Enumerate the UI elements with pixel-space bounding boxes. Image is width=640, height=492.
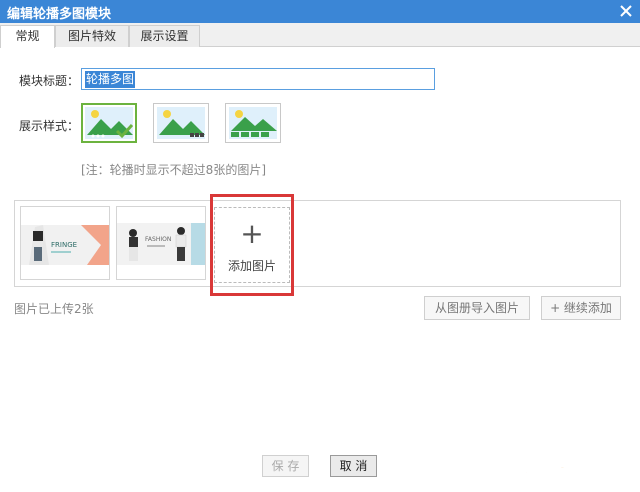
slideshow-limit-note: [注：轮播时显示不超过8张的图片]	[81, 163, 266, 177]
save-button[interactable]: 保 存	[262, 455, 309, 477]
add-image-button[interactable]: + 添加图片	[214, 207, 290, 283]
dialog-title: 编辑轮播多图模块	[7, 7, 112, 22]
tab-general[interactable]: 常规	[0, 25, 55, 48]
display-style-option-dots[interactable]	[81, 103, 137, 143]
fashion-caption: FASHION	[145, 236, 171, 243]
module-title-value: 轮播多图	[85, 71, 136, 88]
uploaded-image-1[interactable]: FRINGE	[20, 206, 110, 280]
watermark-text: 锐客网	[522, 453, 588, 479]
module-title-input[interactable]: 轮播多图	[81, 68, 435, 90]
fashion-banner-image: FASHION	[117, 207, 205, 279]
add-image-label: 添加图片	[227, 259, 276, 273]
display-style-option-thumbnails[interactable]	[225, 103, 281, 143]
fringe-banner-image: FRINGE	[21, 207, 109, 279]
fringe-caption: FRINGE	[51, 241, 77, 249]
uploaded-image-2[interactable]: FASHION	[116, 206, 206, 280]
tab-display-settings[interactable]: 展示设置	[129, 25, 200, 47]
image-style-counter-icon	[157, 107, 205, 139]
tab-bar: 常规 图片特效 展示设置	[0, 23, 640, 48]
uploaded-count: 图片已上传2张	[14, 302, 94, 316]
ruike-watermark-logo: 锐客网	[522, 453, 589, 480]
image-style-dots-icon	[85, 107, 134, 139]
tab-image-effects[interactable]: 图片特效	[55, 25, 129, 47]
continue-add-button[interactable]: + 继续添加	[541, 296, 621, 320]
import-from-album-button[interactable]: 从图册导入图片	[424, 296, 530, 320]
close-icon[interactable]	[618, 3, 634, 19]
plus-icon: +	[240, 217, 264, 250]
display-style-option-counter[interactable]	[153, 103, 209, 143]
dialog-titlebar: 编辑轮播多图模块	[0, 0, 640, 23]
module-title-label: 模块标题：	[19, 74, 80, 88]
image-style-thumbnails-icon	[229, 107, 277, 139]
display-style-label: 展示样式：	[19, 119, 80, 133]
cancel-button[interactable]: 取 消	[330, 455, 377, 477]
